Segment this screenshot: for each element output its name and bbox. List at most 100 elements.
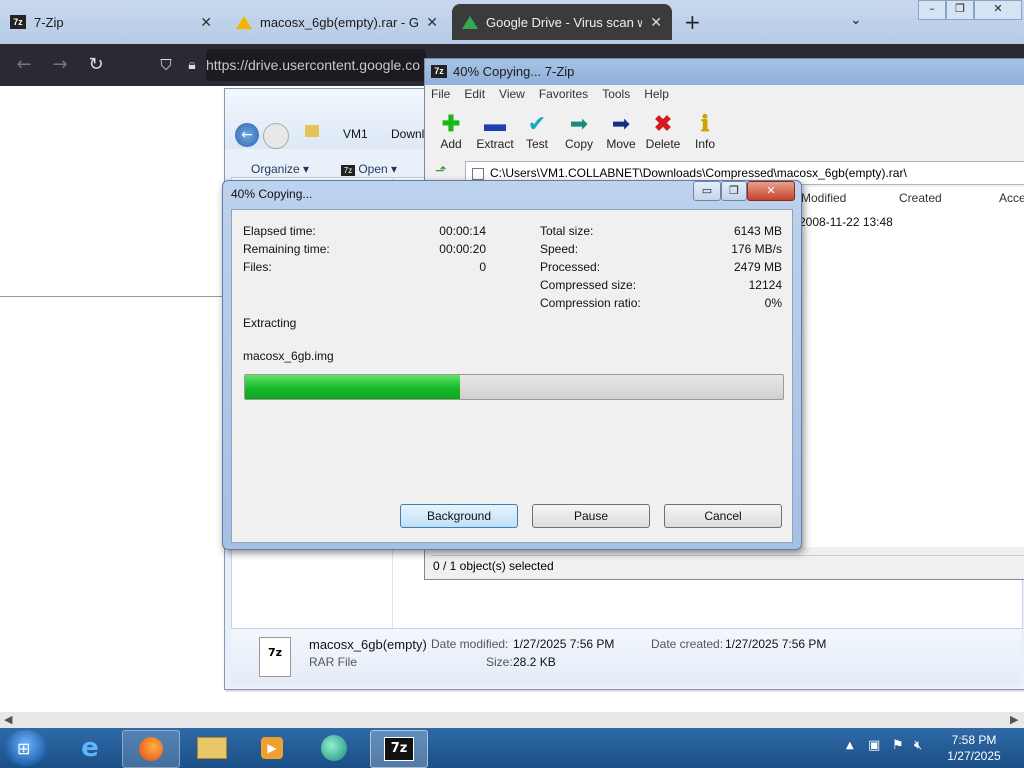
menu-help[interactable]: Help <box>644 87 669 107</box>
tab-google-drive[interactable]: Google Drive - Virus scan warni ✕ <box>452 4 672 40</box>
info-button[interactable]: ℹ Info <box>685 111 725 151</box>
close-icon[interactable]: ✕ <box>200 14 212 31</box>
forward-arrow-icon[interactable]: → <box>48 53 72 77</box>
move-button[interactable]: ➡ Move <box>601 111 641 151</box>
column-header-accessed[interactable]: Acce <box>999 187 1024 209</box>
breadcrumb-item[interactable]: VM1 <box>343 127 368 141</box>
scroll-right-icon[interactable]: ▶ <box>1010 713 1018 726</box>
remaining-time-label: Remaining time: <box>243 242 330 256</box>
move-label: Move <box>606 137 636 151</box>
show-hidden-icons-icon[interactable]: ▲ <box>846 740 854 751</box>
file-explorer-icon[interactable] <box>184 730 240 766</box>
menu-view[interactable]: View <box>499 87 525 107</box>
copy-label: Copy <box>564 137 593 151</box>
extract-label: Extract <box>476 137 514 151</box>
menu-edit[interactable]: Edit <box>464 87 485 107</box>
add-button[interactable]: ✚ Add <box>431 111 471 151</box>
processed-value: 2479 MB <box>733 260 782 274</box>
minimize-button[interactable]: – <box>918 0 946 20</box>
compression-ratio-value: 0% <box>764 296 782 310</box>
arrow-right-icon: ➡ <box>611 111 631 136</box>
open-button[interactable]: 7z Open ▾ <box>341 162 397 176</box>
maximize-button[interactable]: ❐ <box>946 0 974 20</box>
column-header-created[interactable]: Created <box>899 187 942 209</box>
test-button[interactable]: ✔ Test <box>517 111 557 151</box>
flag-icon[interactable]: ⚑ <box>892 738 904 753</box>
x-icon: ✖ <box>653 111 673 136</box>
media-player-icon[interactable]: ▶ <box>244 730 300 766</box>
compression-ratio-label: Compression ratio: <box>540 296 641 310</box>
7zip-icon: 7z <box>10 15 26 29</box>
extract-button[interactable]: ▬ Extract <box>473 111 517 151</box>
breadcrumb-item[interactable]: Downl <box>391 127 424 141</box>
path-text: C:\Users\VM1.COLLABNET\Downloads\Compres… <box>490 166 907 180</box>
firefox-icon[interactable] <box>122 730 180 768</box>
status-text: 0 / 1 object(s) selected <box>433 559 554 573</box>
volume-muted-icon[interactable]: 🔇︎ <box>914 738 922 753</box>
size-value: 28.2 KB <box>513 655 556 669</box>
pause-button[interactable]: Pause <box>532 504 650 528</box>
close-icon[interactable]: ✕ <box>426 14 438 31</box>
current-file-name: macosx_6gb.img <box>243 349 334 363</box>
close-icon[interactable]: ✕ <box>747 181 795 201</box>
maximize-button[interactable]: ❐ <box>721 181 747 201</box>
tab-rar-file[interactable]: macosx_6gb(empty).rar - Goog ✕ <box>226 4 448 40</box>
open-label: Open <box>358 162 388 176</box>
details-file-name: macosx_6gb(empty) <box>309 637 427 652</box>
forward-arrow-icon[interactable] <box>263 123 289 149</box>
rar-file-icon: 7z <box>259 637 291 677</box>
background-button[interactable]: Background <box>400 504 518 528</box>
status-bar: 0 / 1 object(s) selected <box>431 555 1024 576</box>
operation-label: Extracting <box>243 316 297 330</box>
network-icon[interactable]: ▣ <box>868 738 880 753</box>
lock-icon[interactable]: 🔒︎ <box>180 53 204 77</box>
windows-logo-icon: ⊞ <box>17 739 31 758</box>
test-label: Test <box>525 137 548 151</box>
menu-tools[interactable]: Tools <box>602 87 630 107</box>
dialog-title: 40% Copying... <box>231 187 313 201</box>
menu-favorites[interactable]: Favorites <box>539 87 588 107</box>
clock-date: 1/27/2025 <box>947 749 1001 763</box>
horizontal-scrollbar[interactable]: ◀ ▶ <box>0 712 1024 728</box>
reload-icon[interactable]: ↻ <box>84 53 108 77</box>
total-size-label: Total size: <box>540 224 594 238</box>
clock-time: 7:58 PM <box>951 733 997 747</box>
files-value: 0 <box>479 260 486 274</box>
new-tab-button[interactable]: + <box>684 10 701 34</box>
date-created-value: 1/27/2025 7:56 PM <box>725 637 827 651</box>
menu-file[interactable]: File <box>431 87 450 107</box>
plus-icon: ✚ <box>441 111 461 136</box>
tab-label: Google Drive - Virus scan warni <box>486 14 643 30</box>
organize-button[interactable]: Organize ▾ <box>251 162 309 176</box>
internet-explorer-icon[interactable]: e <box>62 730 118 766</box>
7zip-taskbar-icon[interactable]: 7z <box>370 730 428 768</box>
up-folder-icon[interactable]: ⬏ <box>435 163 447 179</box>
minimize-button[interactable]: ▭ <box>693 181 721 201</box>
tab-7zip[interactable]: 7z 7-Zip ✕ <box>0 4 222 40</box>
copy-button[interactable]: ➡ Copy <box>559 111 599 151</box>
shield-icon[interactable]: ⛉ <box>154 53 178 77</box>
zip-file-icon <box>472 167 484 180</box>
details-pane: 7z macosx_6gb(empty) RAR File Date modif… <box>231 629 1021 685</box>
files-label: Files: <box>243 260 272 274</box>
address-bar[interactable]: https://drive.usercontent.google.co <box>206 49 426 81</box>
scroll-left-icon[interactable]: ◀ <box>4 713 12 726</box>
date-modified-value: 1/27/2025 7:56 PM <box>513 637 615 651</box>
back-arrow-icon[interactable]: ← <box>12 53 36 77</box>
taskbar-clock[interactable]: 7:58 PM 1/27/2025 <box>932 732 1016 764</box>
close-icon[interactable]: ✕ <box>650 14 662 31</box>
cancel-button[interactable]: Cancel <box>664 504 782 528</box>
progress-bar <box>244 374 784 400</box>
details-file-type: RAR File <box>309 655 358 669</box>
dialog-body: Elapsed time: 00:00:14 Remaining time: 0… <box>231 209 793 543</box>
column-header-modified[interactable]: Modified <box>801 187 846 209</box>
app-icon[interactable] <box>306 730 362 766</box>
progress-bar-fill <box>245 375 461 399</box>
row-modified: 2008-11-22 13:48 <box>799 215 893 229</box>
delete-button[interactable]: ✖ Delete <box>643 111 683 151</box>
tab-list-chevron-icon[interactable]: ⌄ <box>850 12 862 28</box>
delete-label: Delete <box>645 137 681 151</box>
back-arrow-icon[interactable]: ← <box>235 123 259 147</box>
close-window-button[interactable]: ✕ <box>974 0 1022 20</box>
start-button[interactable]: ⊞ <box>4 730 48 766</box>
